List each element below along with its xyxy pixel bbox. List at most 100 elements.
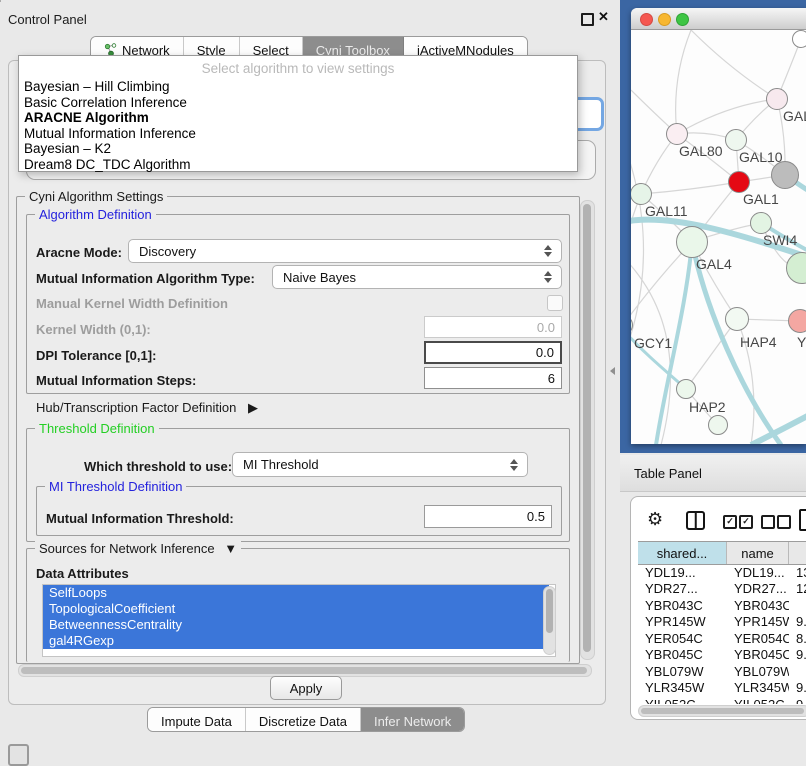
minimized-panel-icon[interactable] (8, 744, 29, 766)
table-row[interactable]: YIL052CYIL052C9. (638, 696, 806, 704)
network-node-gal1[interactable] (728, 171, 750, 193)
network-node-swi4[interactable] (750, 212, 772, 234)
table-row[interactable]: YPR145WYPR145W9. (638, 614, 806, 631)
dropdown-option[interactable]: Bayesian – Hill Climbing (19, 79, 577, 95)
close-icon[interactable]: ✕ (598, 9, 609, 25)
kernel-width-field[interactable]: 0.0 (424, 316, 562, 338)
table-row[interactable]: YBL079WYBL079W (638, 663, 806, 680)
table-row[interactable]: YER054CYER054C8. (638, 630, 806, 647)
mi-type-label: Mutual Information Algorithm Type: (36, 271, 255, 286)
table-cell: YER054C (638, 630, 727, 647)
control-panel-window (0, 0, 1, 2)
table-cell: YER054C (727, 630, 789, 647)
expanded-arrow-icon[interactable]: ▼ (224, 541, 237, 556)
combo-arrows-icon (544, 271, 552, 283)
network-node-gal4[interactable] (676, 226, 708, 258)
dropdown-option-selected[interactable]: ARACNE Algorithm (19, 110, 577, 126)
table-row[interactable]: YBR043CYBR043C (638, 597, 806, 614)
which-threshold-combobox[interactable]: MI Threshold (232, 452, 528, 477)
table-cell (789, 663, 806, 680)
bottom-tabbar: Impute Data Discretize Data Infer Networ… (147, 707, 465, 732)
mi-steps-field[interactable]: 6 (424, 367, 562, 389)
table-cell: YLR345W (727, 680, 789, 697)
column-header-shared[interactable]: shared... (638, 542, 727, 564)
manual-kernel-label: Manual Kernel Width Definition (36, 296, 228, 311)
node-label: GAL11 (645, 203, 688, 219)
network-node-hap4[interactable] (725, 307, 749, 331)
apply-button[interactable]: Apply (270, 676, 342, 700)
panel-divider-handle[interactable] (610, 367, 616, 376)
table-row[interactable]: YDL19...YDL19...13 (638, 564, 806, 581)
network-node[interactable] (771, 161, 799, 189)
network-node[interactable] (708, 415, 728, 435)
settings-vertical-scrollbar[interactable] (580, 200, 595, 660)
table-cell: 9. (789, 614, 806, 631)
table-cell: YPR145W (727, 614, 789, 631)
unchecked-checkbox-icon[interactable] (777, 515, 791, 529)
network-node-gal[interactable] (766, 88, 788, 110)
table-cell: YBL079W (727, 663, 789, 680)
checked-checkbox-icon[interactable]: ✓ (739, 515, 753, 529)
column-header-name[interactable]: name (727, 542, 789, 564)
manual-kernel-checkbox[interactable] (547, 295, 563, 311)
table-panel-window: ⚙ ✓ ✓ shared... name YDL19...YDL19...13Y… (630, 496, 806, 720)
network-node-gal10[interactable] (725, 129, 747, 151)
zoom-traffic-icon[interactable] (676, 13, 689, 26)
algorithm-dropdown-popup: Select algorithm to view settings Bayesi… (18, 55, 578, 172)
table-row[interactable]: YLR345WYLR345W9. (638, 680, 806, 697)
table-body[interactable]: YDL19...YDL19...13YDR27...YDR27...12YBR0… (638, 564, 806, 704)
dropdown-option[interactable]: Dream8 DC_TDC Algorithm (19, 157, 577, 173)
dropdown-option[interactable]: Bayesian – K2 (19, 141, 577, 157)
hub-definition-toggle[interactable]: Hub/Transcription Factor Definition ▶ (36, 400, 258, 416)
gear-icon[interactable]: ⚙ (647, 509, 663, 530)
table-cell: YDR27... (727, 581, 789, 598)
tab-infer-network[interactable]: Infer Network (361, 708, 464, 731)
tab-impute-data[interactable]: Impute Data (148, 708, 246, 731)
table-cell: YIL052C (727, 696, 789, 704)
split-columns-icon[interactable] (686, 511, 705, 530)
kernel-width-label: Kernel Width (0,1): (36, 322, 151, 337)
node-label: HAP4 (740, 334, 777, 350)
float-window-icon[interactable] (581, 13, 594, 26)
checked-checkbox-icon[interactable]: ✓ (723, 515, 737, 529)
list-scrollbar[interactable] (543, 586, 556, 655)
network-view-window[interactable]: GALGAL80GAL10GAL1GAL11SWI4GAL4HAP4YGCY1H… (631, 8, 806, 444)
tab-discretize-data[interactable]: Discretize Data (246, 708, 361, 731)
table-cell: 9. (789, 680, 806, 697)
network-canvas[interactable]: GALGAL80GAL10GAL1GAL11SWI4GAL4HAP4YGCY1H… (631, 30, 806, 444)
table-cell: YBR043C (727, 597, 789, 614)
list-item[interactable]: TopologicalCoefficient (43, 601, 549, 617)
control-panel-title: Control Panel (8, 12, 87, 27)
mi-type-combobox[interactable]: Naive Bayes (272, 265, 562, 289)
unchecked-checkbox-icon[interactable] (761, 515, 775, 529)
dropdown-placeholder: Select algorithm to view settings (19, 58, 577, 79)
node-label: GAL4 (696, 256, 732, 272)
aracne-mode-combobox[interactable]: Discovery (128, 239, 562, 263)
collapsed-arrow-icon[interactable]: ▶ (248, 400, 258, 415)
table-cell: YDL19... (727, 564, 789, 581)
table-horizontal-scrollbar[interactable] (638, 705, 806, 717)
dpi-tolerance-field[interactable]: 0.0 (424, 341, 562, 364)
list-item[interactable]: gal4RGexp (43, 633, 549, 649)
data-attributes-list[interactable]: SelfLoops TopologicalCoefficient Between… (42, 584, 556, 657)
page-icon[interactable] (799, 509, 806, 531)
which-threshold-label: Which threshold to use: (84, 459, 232, 474)
column-header-cut[interactable] (789, 542, 806, 564)
mi-threshold-field[interactable]: 0.5 (424, 505, 552, 528)
minimize-traffic-icon[interactable] (658, 13, 671, 26)
dropdown-option[interactable]: Mutual Information Inference (19, 126, 577, 142)
table-row[interactable]: YBR045CYBR045C9. (638, 647, 806, 664)
close-traffic-icon[interactable] (640, 13, 653, 26)
table-cell: YBR045C (727, 647, 789, 664)
network-node-hap2[interactable] (676, 379, 696, 399)
network-node-gal11[interactable] (631, 183, 652, 205)
list-item[interactable]: SelfLoops (43, 585, 549, 601)
network-node-gal80[interactable] (666, 123, 688, 145)
table-row[interactable]: YDR27...YDR27...12 (638, 581, 806, 598)
list-item[interactable]: BetweennessCentrality (43, 617, 549, 633)
network-node[interactable] (792, 30, 806, 48)
dropdown-option[interactable]: Basic Correlation Inference (19, 95, 577, 111)
network-window-titlebar[interactable] (631, 8, 806, 30)
mi-steps-label: Mutual Information Steps: (36, 373, 196, 388)
network-node-y[interactable] (788, 309, 806, 333)
